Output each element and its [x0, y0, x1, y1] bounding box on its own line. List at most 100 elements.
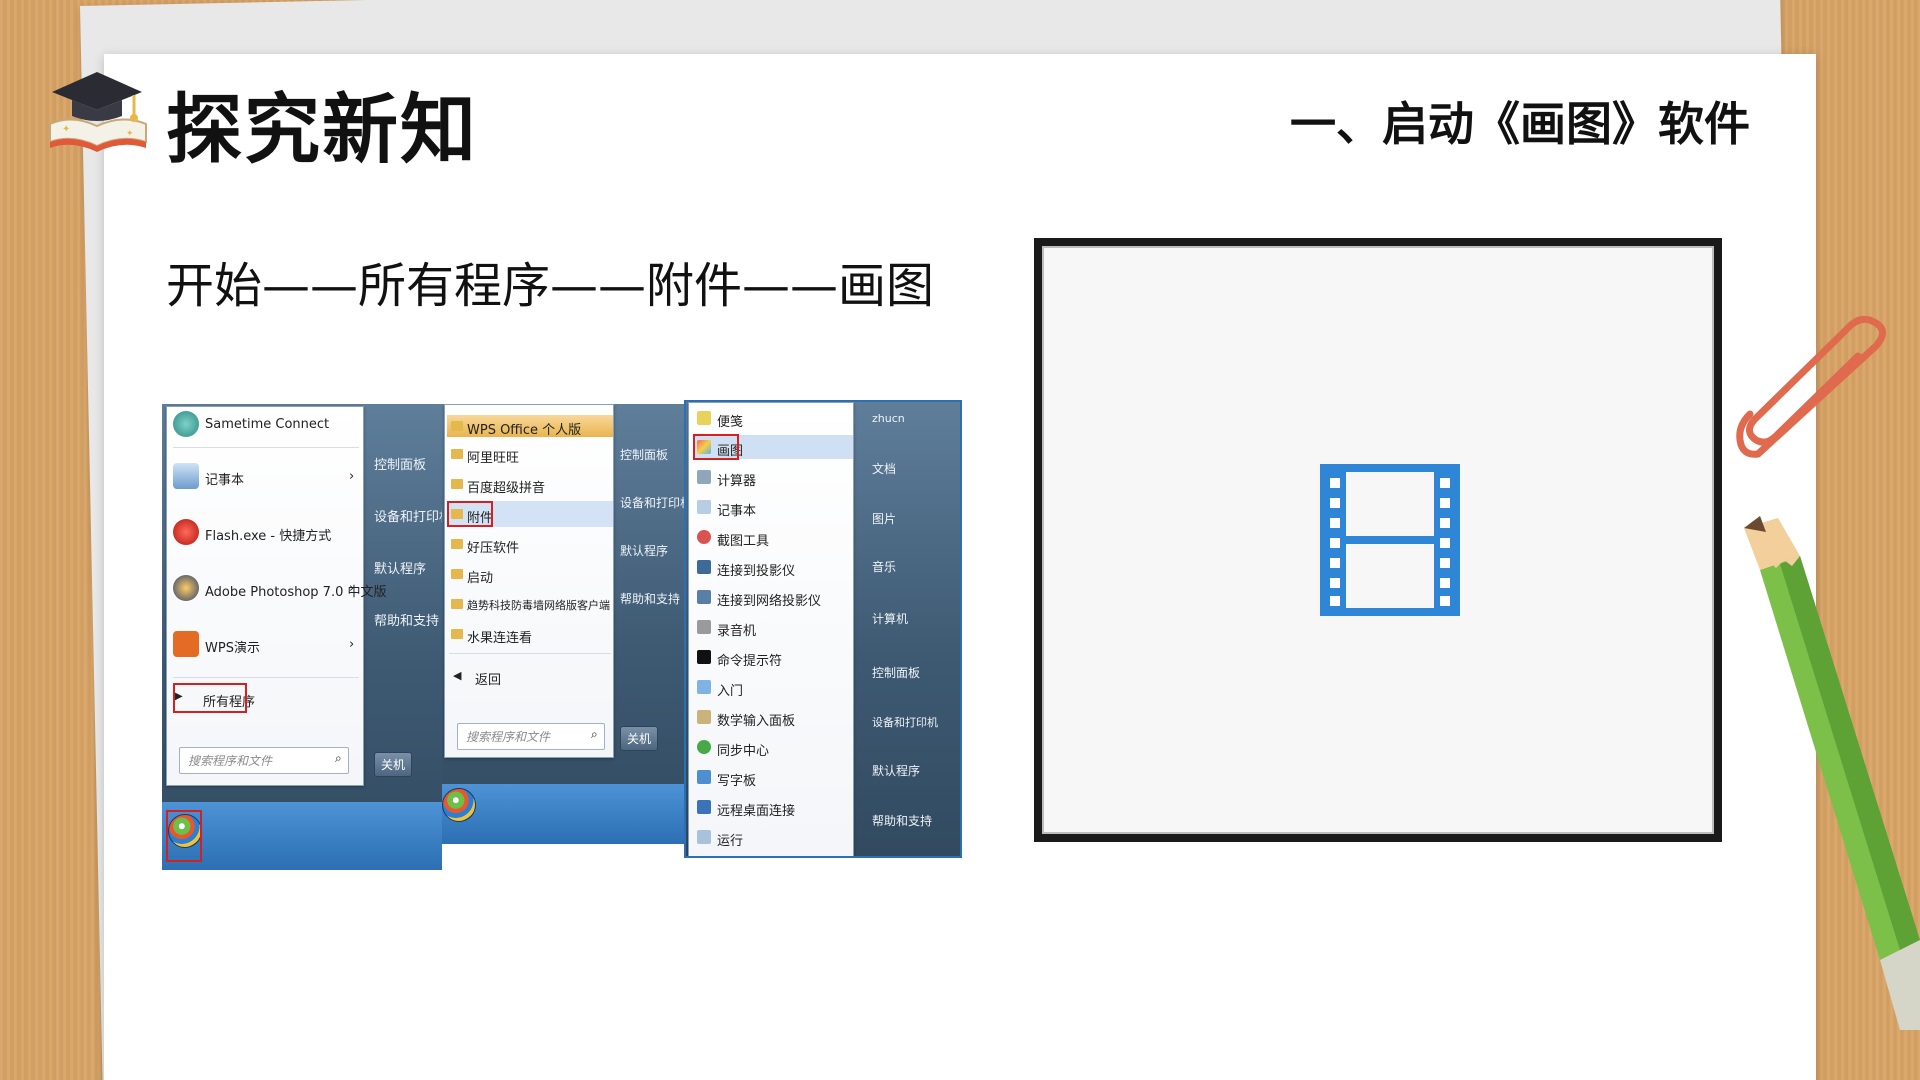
programs-search-input[interactable]: 搜索程序和文件 [457, 723, 605, 750]
accessory-item-notepad[interactable]: 记事本 [717, 500, 756, 519]
program-item-aliwangwang[interactable]: 阿里旺旺 [467, 447, 519, 466]
right-pane-help[interactable]: 帮助和支持 [374, 610, 439, 629]
sticky-notes-icon [697, 411, 711, 425]
right-pane-devices[interactable]: 设备和打印机 [374, 506, 442, 525]
accessory-item-sticky-notes[interactable]: 便笺 [717, 411, 743, 430]
highlight-box [166, 810, 202, 862]
right-pane-devices[interactable]: 设备和打印机 [872, 714, 938, 730]
search-icon: ⌕ [335, 751, 342, 765]
film-strip-icon [1320, 464, 1460, 616]
notepad-icon [173, 463, 199, 489]
program-item-trend-micro[interactable]: 趋势科技防毒墙网络版客户端 [467, 597, 610, 613]
getting-started-icon [697, 680, 711, 694]
right-pane-control-panel[interactable]: 控制面板 [620, 446, 668, 463]
svg-text:✦: ✦ [126, 129, 134, 139]
remote-desktop-icon [697, 800, 711, 814]
folder-icon [451, 421, 463, 431]
sound-recorder-icon [697, 620, 711, 634]
start-orb-icon[interactable] [442, 788, 476, 822]
shutdown-button[interactable]: 关机 [620, 726, 659, 751]
right-pane-computer[interactable]: 计算机 [872, 610, 908, 627]
folder-icon [451, 449, 463, 459]
wordpad-icon [697, 770, 711, 784]
right-pane-control-panel[interactable]: 控制面板 [374, 454, 426, 473]
command-prompt-icon [697, 650, 711, 664]
menu-item-notepad[interactable]: 记事本 [205, 469, 244, 488]
math-input-icon [697, 710, 711, 724]
program-item-wps[interactable]: WPS Office 个人版 [467, 419, 581, 438]
accessory-item-wordpad[interactable]: 写字板 [717, 770, 756, 789]
submenu-arrow-icon: › [349, 581, 355, 596]
sync-center-icon [697, 740, 711, 754]
shutdown-button[interactable]: 关机 [374, 752, 413, 777]
flash-icon [173, 519, 199, 545]
network-projector-icon [697, 590, 711, 604]
folder-icon [451, 569, 463, 579]
taskbar [442, 784, 684, 844]
back-button[interactable]: 返回 [475, 669, 501, 688]
accessory-item-run[interactable]: 运行 [717, 830, 743, 849]
submenu-arrow-icon: › [349, 469, 355, 484]
snipping-tool-icon [697, 530, 711, 544]
highlight-box [693, 434, 739, 460]
pencil-icon [1744, 516, 1920, 1030]
graduation-cap-icon: ✦ ✦ [49, 72, 147, 152]
paperclip-icon [1736, 316, 1886, 458]
accessory-item-projector[interactable]: 连接到投影仪 [717, 560, 795, 579]
accessory-item-command-prompt[interactable]: 命令提示符 [717, 650, 782, 669]
page-title: 探究新知 [166, 85, 478, 174]
section-title: 一、启动《画图》软件 [1290, 97, 1750, 151]
programs-menu-screenshot: WPS Office 个人版 阿里旺旺 百度超级拼音 附件 好压软件 启动 趋势… [442, 404, 684, 844]
right-pane-music[interactable]: 音乐 [872, 558, 896, 575]
accessory-item-math-input[interactable]: 数学输入面板 [717, 710, 795, 729]
accessory-item-remote-desktop[interactable]: 远程桌面连接 [717, 800, 795, 819]
video-placeholder[interactable] [1042, 246, 1714, 834]
programs-list-pane: WPS Office 个人版 阿里旺旺 百度超级拼音 附件 好压软件 启动 趋势… [444, 404, 614, 758]
right-pane-devices[interactable]: 设备和打印机 [620, 494, 684, 511]
sametime-icon [173, 411, 199, 437]
video-frame[interactable] [1034, 238, 1722, 842]
taskbar [162, 802, 442, 870]
folder-icon [451, 539, 463, 549]
photoshop-icon [173, 575, 199, 601]
run-icon [697, 830, 711, 844]
folder-icon [451, 479, 463, 489]
menu-item-photoshop[interactable]: Adobe Photoshop 7.0 中文版 [205, 581, 387, 600]
right-pane-pictures[interactable]: 图片 [872, 510, 896, 527]
accessory-item-getting-started[interactable]: 入门 [717, 680, 743, 699]
right-pane-default-programs[interactable]: 默认程序 [620, 542, 668, 559]
program-item-baidu-pinyin[interactable]: 百度超级拼音 [467, 477, 545, 496]
accessory-item-network-projector[interactable]: 连接到网络投影仪 [717, 590, 821, 609]
instruction-path: 开始——所有程序——附件——画图 [166, 258, 935, 314]
program-item-startup[interactable]: 启动 [467, 567, 493, 586]
menu-item-flash[interactable]: Flash.exe - 快捷方式 [205, 525, 331, 544]
start-search-input[interactable]: 搜索程序和文件 [179, 747, 349, 774]
right-pane-help[interactable]: 帮助和支持 [872, 812, 932, 829]
start-menu-screenshot: Sametime Connect 记事本 › Flash.exe - 快捷方式 … [162, 404, 442, 870]
submenu-arrow-icon: › [349, 637, 355, 652]
right-pane-documents[interactable]: 文档 [872, 460, 896, 477]
accessories-menu-screenshot: 便笺 画图 计算器 记事本 截图工具 连接到投影仪 连接到网络投影仪 录音机 命… [684, 400, 962, 858]
back-arrow-icon: ◀ [453, 669, 462, 682]
search-icon: ⌕ [591, 727, 598, 741]
menu-item-sametime[interactable]: Sametime Connect [205, 417, 329, 432]
accessory-item-calculator[interactable]: 计算器 [717, 470, 756, 489]
right-pane-default-programs[interactable]: 默认程序 [374, 558, 426, 577]
program-item-fruit-game[interactable]: 水果连连看 [467, 627, 532, 646]
right-pane-user[interactable]: zhucn [872, 412, 905, 425]
notepad-icon [697, 500, 711, 514]
accessory-item-sound-recorder[interactable]: 录音机 [717, 620, 756, 639]
highlight-box [173, 683, 247, 713]
accessories-list-pane: 便笺 画图 计算器 记事本 截图工具 连接到投影仪 连接到网络投影仪 录音机 命… [688, 402, 854, 856]
accessory-item-sync-center[interactable]: 同步中心 [717, 740, 769, 759]
wps-presentation-icon [173, 631, 199, 657]
highlight-box [447, 501, 493, 527]
calculator-icon [697, 470, 711, 484]
right-pane-default-programs[interactable]: 默认程序 [872, 762, 920, 779]
program-item-haozip[interactable]: 好压软件 [467, 537, 519, 556]
right-pane-control-panel[interactable]: 控制面板 [872, 664, 920, 681]
start-menu-left-pane: Sametime Connect 记事本 › Flash.exe - 快捷方式 … [166, 406, 387, 786]
right-pane-help[interactable]: 帮助和支持 [620, 590, 680, 607]
accessory-item-snipping-tool[interactable]: 截图工具 [717, 530, 769, 549]
menu-item-wps-presentation[interactable]: WPS演示 [205, 637, 260, 656]
